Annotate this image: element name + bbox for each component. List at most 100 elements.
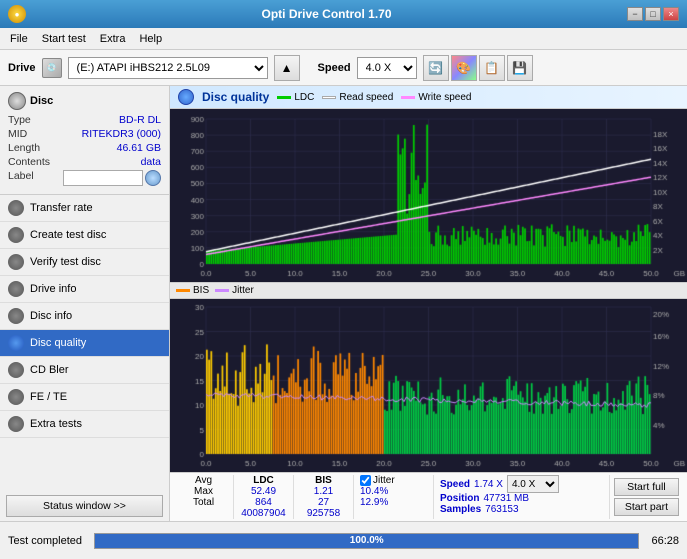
sidebar-item-extra-tests[interactable]: Extra tests bbox=[0, 411, 169, 438]
action-buttons: Start full Start part bbox=[610, 475, 683, 519]
disc-quality-label: Disc quality bbox=[30, 337, 86, 349]
transfer-rate-icon bbox=[8, 200, 24, 216]
position-label: Position bbox=[440, 493, 479, 504]
bis-chart bbox=[170, 299, 687, 472]
length-label: Length bbox=[8, 142, 40, 154]
color-button[interactable]: 🎨 bbox=[451, 55, 477, 81]
app-icon: ● bbox=[8, 5, 26, 23]
write-speed-color bbox=[401, 96, 415, 99]
extra-tests-label: Extra tests bbox=[30, 418, 82, 430]
jitter-color bbox=[215, 289, 229, 292]
ldc-stats-col: LDC 52.49 864 40087904 bbox=[234, 475, 294, 519]
position-value: 47731 MB bbox=[483, 493, 529, 504]
fe-te-label: FE / TE bbox=[30, 391, 67, 403]
save-button[interactable]: 💾 bbox=[507, 55, 533, 81]
ldc-chart bbox=[170, 109, 687, 282]
drive-action-icons: ▲ bbox=[274, 55, 300, 81]
chart-title: Disc quality bbox=[202, 90, 269, 104]
sidebar-item-drive-info[interactable]: Drive info bbox=[0, 276, 169, 303]
extra-tests-icon bbox=[8, 416, 24, 432]
sidebar-item-create-test[interactable]: Create test disc bbox=[0, 222, 169, 249]
label-label: Label bbox=[8, 170, 34, 186]
cd-bler-icon bbox=[8, 362, 24, 378]
close-button[interactable]: × bbox=[663, 7, 679, 21]
sidebar-item-disc-info[interactable]: Disc info bbox=[0, 303, 169, 330]
sidebar-item-transfer-rate[interactable]: Transfer rate bbox=[0, 195, 169, 222]
samples-row: Samples 763153 bbox=[440, 504, 603, 515]
elapsed-time: 66:28 bbox=[643, 535, 687, 547]
refresh-button[interactable]: 🔄 bbox=[423, 55, 449, 81]
sidebar: Disc Type BD-R DL MID RITEKDR3 (000) Len… bbox=[0, 86, 170, 521]
speed-label: Speed bbox=[318, 62, 351, 74]
drive-label: Drive bbox=[8, 62, 36, 74]
disc-contents-row: Contents data bbox=[8, 156, 161, 168]
sidebar-item-cd-bler[interactable]: CD Bler bbox=[0, 357, 169, 384]
disc-info-icon bbox=[8, 308, 24, 324]
avg-jitter: 10.4% bbox=[360, 486, 427, 497]
menu-help[interactable]: Help bbox=[133, 31, 168, 47]
read-speed-label: Read speed bbox=[339, 92, 393, 103]
max-label: Max bbox=[178, 486, 229, 497]
start-part-button[interactable]: Start part bbox=[614, 498, 679, 516]
jitter-checkbox[interactable] bbox=[360, 475, 371, 486]
charts-container: BIS Jitter bbox=[170, 109, 687, 472]
menu-start-test[interactable]: Start test bbox=[36, 31, 92, 47]
sidebar-item-verify-test[interactable]: Verify test disc bbox=[0, 249, 169, 276]
window-title: Opti Drive Control 1.70 bbox=[26, 7, 627, 21]
drive-icon: 💿 bbox=[42, 58, 62, 78]
chart2-header: BIS Jitter bbox=[170, 282, 687, 299]
status-text: Test completed bbox=[0, 535, 90, 547]
write-speed-label: Write speed bbox=[418, 92, 471, 103]
menu-bar: File Start test Extra Help bbox=[0, 28, 687, 50]
minimize-button[interactable]: − bbox=[627, 7, 643, 21]
label-icon[interactable] bbox=[145, 170, 161, 186]
chart-icon bbox=[178, 89, 194, 105]
sidebar-item-fe-te[interactable]: FE / TE bbox=[0, 384, 169, 411]
max-ldc: 864 bbox=[238, 497, 289, 508]
speed-position-col: Speed 1.74 X 4.0 X Position 47731 MB Sam… bbox=[434, 475, 610, 519]
read-speed-color bbox=[322, 96, 336, 99]
drive-select[interactable]: (E:) ATAPI iHBS212 2.5L09 bbox=[68, 57, 268, 79]
samples-label: Samples bbox=[440, 504, 481, 515]
window-controls: − □ × bbox=[627, 7, 679, 21]
verify-test-label: Verify test disc bbox=[30, 256, 101, 268]
sidebar-item-disc-quality[interactable]: Disc quality bbox=[0, 330, 169, 357]
contents-label: Contents bbox=[8, 156, 50, 168]
read-speed-legend: Read speed bbox=[322, 92, 393, 103]
create-test-label: Create test disc bbox=[30, 229, 106, 241]
progress-bar-container: 100.0% bbox=[94, 533, 639, 549]
chart1-wrapper bbox=[170, 109, 687, 282]
label-input[interactable] bbox=[63, 170, 143, 186]
speed-stat-value: 1.74 X bbox=[474, 479, 503, 490]
bis-stats-col: BIS 1.21 27 925758 bbox=[294, 475, 354, 519]
total-bis: 925758 bbox=[298, 508, 349, 519]
menu-file[interactable]: File bbox=[4, 31, 34, 47]
write-speed-legend: Write speed bbox=[401, 92, 471, 103]
menu-extra[interactable]: Extra bbox=[94, 31, 132, 47]
status-window-button[interactable]: Status window >> bbox=[6, 495, 163, 517]
drive-info-label: Drive info bbox=[30, 283, 76, 295]
ldc-legend: LDC bbox=[277, 92, 314, 103]
speed-select[interactable]: 4.0 X bbox=[357, 57, 417, 79]
transfer-rate-label: Transfer rate bbox=[30, 202, 93, 214]
mid-value: RITEKDR3 (000) bbox=[82, 128, 161, 140]
scan-speed-select[interactable]: 4.0 X bbox=[507, 475, 559, 493]
speed-row: Speed 1.74 X 4.0 X bbox=[440, 475, 603, 493]
stats-table: Avg Max Total LDC 52.49 864 40087904 BIS… bbox=[170, 472, 687, 521]
chart-header: Disc quality LDC Read speed Write speed bbox=[170, 86, 687, 109]
jitter-col: Jitter 10.4% 12.9% bbox=[354, 475, 434, 519]
avg-label: Avg bbox=[178, 475, 229, 486]
type-value: BD-R DL bbox=[119, 114, 161, 126]
mid-label: MID bbox=[8, 128, 27, 140]
maximize-button[interactable]: □ bbox=[645, 7, 661, 21]
disc-icon bbox=[8, 92, 26, 110]
verify-test-icon bbox=[8, 254, 24, 270]
fe-te-icon bbox=[8, 389, 24, 405]
eject-button[interactable]: ▲ bbox=[274, 55, 300, 81]
info-button[interactable]: 📋 bbox=[479, 55, 505, 81]
disc-label-row: Label bbox=[8, 170, 161, 186]
chart2-wrapper bbox=[170, 299, 687, 472]
disc-label: Disc bbox=[30, 95, 53, 107]
contents-value: data bbox=[141, 156, 161, 168]
start-full-button[interactable]: Start full bbox=[614, 478, 679, 496]
